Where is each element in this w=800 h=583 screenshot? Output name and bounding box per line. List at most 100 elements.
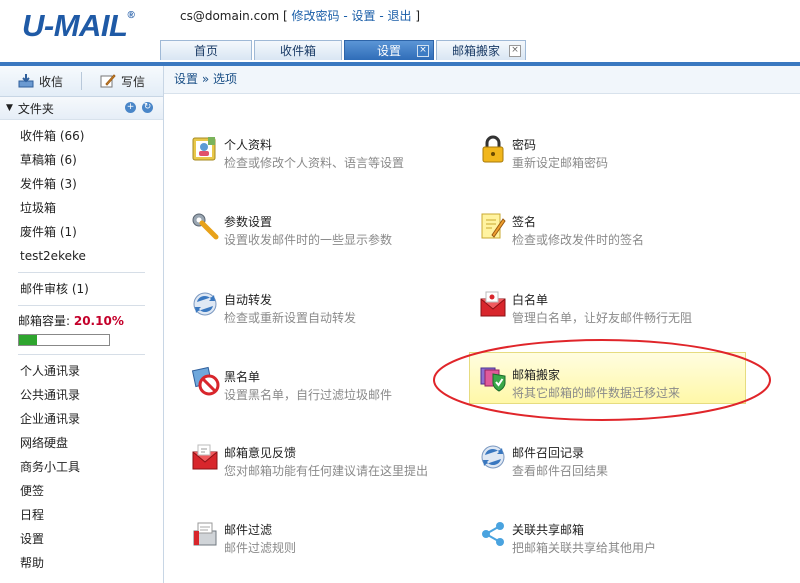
tab-label: 邮箱搬家 [451, 44, 500, 58]
sidebar-item-drafts[interactable]: 草稿箱 (6) [0, 148, 163, 172]
forward-icon [190, 289, 220, 319]
sidebar-item-notes[interactable]: 便签 [0, 479, 163, 503]
option-desc: 设置黑名单，自行过滤垃圾邮件 [224, 388, 393, 402]
recall-icon [478, 442, 508, 472]
option-mail-filter[interactable]: 邮件过滤 邮件过滤规则 [190, 519, 450, 563]
sidebar-item-public-contacts[interactable]: 公共通讯录 [0, 383, 163, 407]
option-desc: 您对邮箱功能有任何建议请在这里提出 [224, 464, 429, 478]
sidebar-item-business-tools[interactable]: 商务小工具 [0, 455, 163, 479]
tab-home[interactable]: 首页 [160, 40, 252, 60]
quota-value: 20.10% [73, 314, 124, 328]
option-desc: 设置收发邮件时的一些显示参数 [224, 233, 393, 247]
option-title: 白名单 [512, 293, 549, 307]
settings-link[interactable]: 设置 [352, 9, 376, 23]
divider [18, 272, 145, 273]
chevron-down-icon[interactable]: ▼ [6, 103, 13, 113]
option-password[interactable]: 密码 重新设定邮箱密码 [478, 134, 738, 178]
feedback-envelope-icon [190, 442, 220, 472]
sidebar-item-spam[interactable]: 垃圾箱 [0, 196, 163, 220]
option-preferences[interactable]: 参数设置 设置收发邮件时的一些显示参数 [190, 211, 450, 255]
option-title: 参数设置 [224, 215, 273, 229]
folders-title: 文件夹 [17, 101, 54, 116]
user-bar: cs@domain.com [ 修改密码 - 设置 - 退出 ] [180, 7, 420, 24]
bracket-open: [ [279, 9, 292, 23]
sidebar-item-sent[interactable]: 发件箱 (3) [0, 172, 163, 196]
receive-label: 收信 [38, 74, 63, 89]
option-blacklist[interactable]: 黑名单 设置黑名单，自行过滤垃圾邮件 [190, 366, 450, 410]
close-icon[interactable]: × [509, 45, 521, 57]
user-email: cs@domain.com [180, 9, 280, 23]
sidebar-item-netdisk[interactable]: 网络硬盘 [0, 431, 163, 455]
whitelist-envelope-icon [478, 289, 508, 319]
profile-icon [190, 134, 220, 164]
option-profile[interactable]: 个人资料 检查或修改个人资料、语言等设置 [190, 134, 450, 178]
option-title: 密码 [512, 138, 537, 152]
tab-label: 设置 [376, 44, 401, 58]
tab-inbox[interactable]: 收件箱 [254, 40, 342, 60]
main-content: 设置 » 选项 个人资料 检查或修改个人资料、语言等设置 密码 重新设定邮箱密码… [164, 66, 800, 583]
option-title: 个人资料 [224, 138, 273, 152]
receive-button[interactable]: 收信 [0, 73, 81, 90]
download-inbox-icon [18, 74, 34, 88]
add-folder-icon[interactable]: + [125, 102, 136, 113]
blacklist-icon [190, 366, 220, 396]
sidebar-item-trash[interactable]: 废件箱 (1) [0, 220, 163, 244]
separator: - [375, 9, 388, 23]
option-title: 自动转发 [224, 293, 273, 307]
logo-text: U-MAIL [22, 8, 128, 43]
option-title: 邮件过滤 [224, 523, 273, 537]
option-desc: 邮件过滤规则 [224, 541, 297, 555]
option-desc: 把邮箱关联共享给其他用户 [512, 541, 657, 555]
compose-button[interactable]: 写信 [82, 73, 163, 90]
compose-pencil-icon [100, 74, 116, 88]
option-title: 签名 [512, 215, 537, 229]
wrench-icon [190, 211, 220, 241]
tab-bar: 首页 收件箱 设置 × 邮箱搬家 × [160, 40, 528, 62]
tab-mailbox-migration[interactable]: 邮箱搬家 × [436, 40, 526, 60]
filter-mailbox-icon [190, 519, 220, 549]
header: U-MAIL® cs@domain.com [ 修改密码 - 设置 - 退出 ]… [0, 0, 800, 62]
tab-label: 收件箱 [279, 44, 316, 58]
breadcrumb: 设置 » 选项 [164, 66, 800, 94]
share-icon [478, 519, 508, 549]
quota-bar [18, 334, 110, 346]
option-auto-forward[interactable]: 自动转发 检查或重新设置自动转发 [190, 289, 450, 333]
compose-label: 写信 [120, 74, 145, 89]
note-pencil-icon [478, 211, 508, 241]
divider [18, 354, 145, 355]
option-whitelist[interactable]: 白名单 管理白名单，让好友邮件畅行无阻 [478, 289, 738, 333]
logo-registered-mark: ® [127, 10, 135, 21]
close-icon[interactable]: × [417, 45, 429, 57]
refresh-icon[interactable]: ↻ [142, 102, 153, 113]
sidebar-item-settings[interactable]: 设置 [0, 527, 163, 551]
sidebar-item-custom-folder[interactable]: test2ekeke [0, 244, 163, 268]
divider [18, 305, 145, 306]
sidebar-item-help[interactable]: 帮助 [0, 551, 163, 575]
sidebar-item-calendar[interactable]: 日程 [0, 503, 163, 527]
option-linked-shared-mailbox[interactable]: 关联共享邮箱 把邮箱关联共享给其他用户 [478, 519, 738, 563]
sidebar: 收信 写信 ▼ 文件夹 + ↻ 收件箱 (66) 草稿箱 (6) 发件箱 (3)… [0, 66, 164, 583]
sidebar-item-review[interactable]: 邮件审核 (1) [0, 277, 163, 301]
quota-bar-fill [19, 335, 38, 345]
logo[interactable]: U-MAIL® [22, 8, 135, 44]
quota-text: 邮箱容量: 20.10% [0, 310, 163, 332]
tab-settings[interactable]: 设置 × [344, 40, 434, 60]
quota-label: 邮箱容量: [18, 314, 74, 328]
option-title: 邮箱意见反馈 [224, 446, 297, 460]
option-desc: 检查或重新设置自动转发 [224, 311, 357, 325]
option-recall-records[interactable]: 邮件召回记录 查看邮件召回结果 [478, 442, 738, 486]
separator: - [339, 9, 352, 23]
change-password-link[interactable]: 修改密码 [292, 9, 340, 23]
option-title: 关联共享邮箱 [512, 523, 585, 537]
option-title: 邮件召回记录 [512, 446, 585, 460]
sidebar-item-inbox[interactable]: 收件箱 (66) [0, 124, 163, 148]
option-desc: 检查或修改发件时的签名 [512, 233, 645, 247]
logout-link[interactable]: 退出 [388, 9, 412, 23]
option-desc: 查看邮件召回结果 [512, 464, 609, 478]
folders-header[interactable]: ▼ 文件夹 + ↻ [0, 97, 163, 120]
option-feedback[interactable]: 邮箱意见反馈 您对邮箱功能有任何建议请在这里提出 [190, 442, 450, 486]
sidebar-item-company-contacts[interactable]: 企业通讯录 [0, 407, 163, 431]
option-signature[interactable]: 签名 检查或修改发件时的签名 [478, 211, 738, 255]
option-desc: 管理白名单，让好友邮件畅行无阻 [512, 311, 693, 325]
sidebar-item-personal-contacts[interactable]: 个人通讯录 [0, 359, 163, 383]
